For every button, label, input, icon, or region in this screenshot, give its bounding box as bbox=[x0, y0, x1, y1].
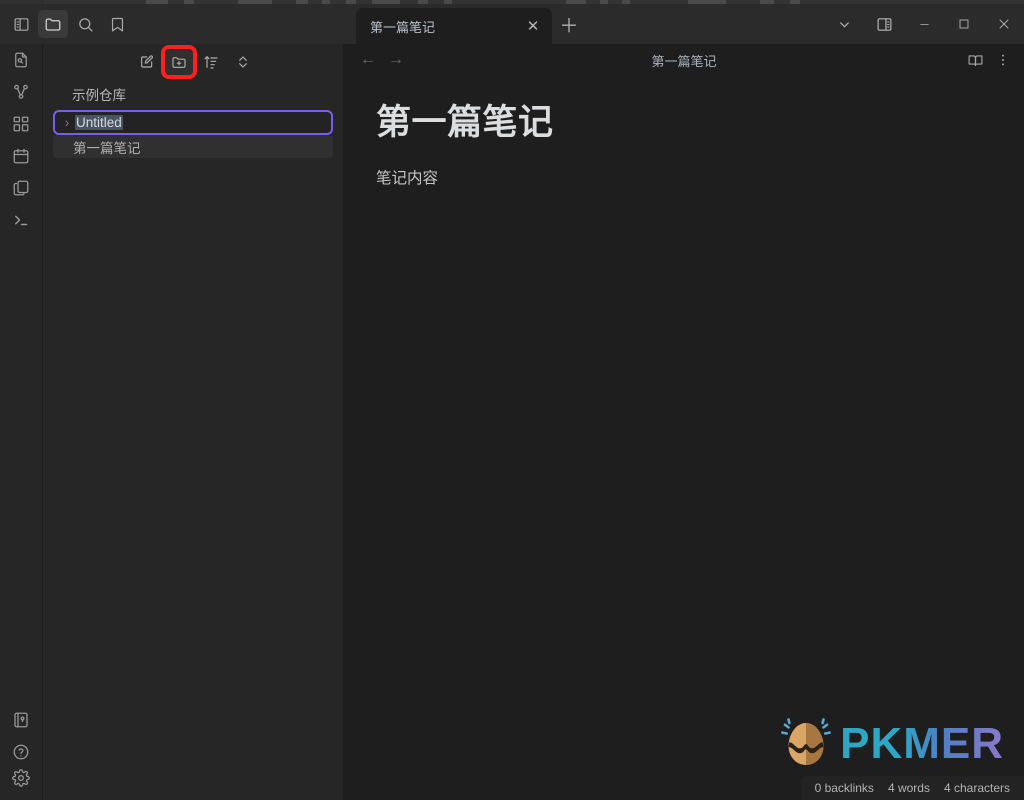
navigate-forward-icon[interactable]: → bbox=[382, 47, 410, 73]
copy-files-icon[interactable] bbox=[0, 172, 43, 204]
view-header: ← → 第一篇笔记 bbox=[344, 44, 1024, 76]
file-explorer-sidebar: 示例仓库 › Untitled 第一篇笔记 bbox=[43, 44, 344, 800]
vault-switcher-icon[interactable] bbox=[0, 704, 43, 736]
view-action-group bbox=[962, 44, 1016, 76]
file-tree: › Untitled 第一篇笔记 bbox=[43, 110, 343, 158]
calendar-icon[interactable] bbox=[0, 140, 43, 172]
toggle-right-sidebar-icon[interactable] bbox=[864, 4, 904, 44]
editor-content[interactable]: 第一篇笔记 笔记内容 bbox=[344, 76, 1024, 192]
minimize-icon[interactable] bbox=[904, 4, 944, 44]
document-title[interactable]: 第一篇笔记 bbox=[376, 102, 1024, 144]
tab-first-note[interactable]: 第一篇笔记 ✕ bbox=[356, 8, 552, 44]
sort-order-icon[interactable] bbox=[197, 49, 225, 75]
maximize-icon[interactable] bbox=[944, 4, 984, 44]
toggle-left-sidebar-icon[interactable] bbox=[6, 10, 36, 38]
search-in-file-icon[interactable] bbox=[0, 44, 43, 76]
window-controls bbox=[824, 4, 1024, 44]
close-icon[interactable] bbox=[984, 4, 1024, 44]
new-tab-button[interactable]: ＋ bbox=[552, 8, 586, 44]
character-count[interactable]: 4 characters bbox=[944, 781, 1010, 795]
view-title-label: 第一篇笔记 bbox=[651, 53, 717, 69]
folder-name-input[interactable]: Untitled bbox=[75, 115, 123, 130]
file-name-label: 第一篇笔记 bbox=[73, 140, 141, 156]
left-icon-rail bbox=[0, 0, 43, 800]
terminal-icon[interactable] bbox=[0, 204, 43, 236]
new-note-icon[interactable] bbox=[133, 49, 161, 75]
new-folder-icon[interactable] bbox=[161, 45, 197, 79]
collapse-all-icon[interactable] bbox=[229, 49, 257, 75]
tree-row-file-first-note[interactable]: 第一篇笔记 bbox=[53, 135, 333, 158]
ribbon-icon-group bbox=[0, 4, 132, 44]
more-options-icon[interactable] bbox=[990, 47, 1016, 73]
tree-row-folder-untitled[interactable]: › Untitled bbox=[53, 110, 333, 135]
backlinks-count[interactable]: 0 backlinks bbox=[815, 781, 874, 795]
search-icon[interactable] bbox=[70, 10, 100, 38]
navigate-back-icon[interactable]: ← bbox=[354, 47, 382, 73]
graph-view-icon[interactable] bbox=[0, 76, 43, 108]
vault-name-label: 示例仓库 bbox=[72, 88, 126, 103]
tab-strip: 第一篇笔记 ✕ ＋ bbox=[356, 4, 586, 44]
reading-view-icon[interactable] bbox=[962, 47, 988, 73]
bookmark-icon[interactable] bbox=[102, 10, 132, 38]
editor-pane: ← → 第一篇笔记 第一篇笔记 笔记内容 bbox=[344, 44, 1024, 800]
obsidian-window: 第一篇笔记 ✕ ＋ 示例仓库 › Untitled 第一篇笔记 ← → 第一篇笔… bbox=[0, 0, 1024, 800]
word-count[interactable]: 4 words bbox=[888, 781, 930, 795]
settings-gear-icon[interactable] bbox=[0, 768, 43, 800]
help-icon[interactable] bbox=[0, 736, 43, 768]
chevron-down-icon[interactable] bbox=[824, 4, 864, 44]
chevron-right-icon[interactable]: › bbox=[59, 115, 75, 130]
title-bar: 第一篇笔记 ✕ ＋ bbox=[0, 4, 1024, 44]
document-body[interactable]: 笔记内容 bbox=[376, 167, 1024, 192]
tab-close-icon[interactable]: ✕ bbox=[522, 15, 544, 37]
canvas-icon[interactable] bbox=[0, 108, 43, 140]
status-bar: 0 backlinks 4 words 4 characters bbox=[800, 776, 1024, 800]
file-explorer-toolbar bbox=[43, 44, 343, 80]
tab-label: 第一篇笔记 bbox=[370, 19, 436, 35]
folder-icon[interactable] bbox=[38, 10, 68, 38]
